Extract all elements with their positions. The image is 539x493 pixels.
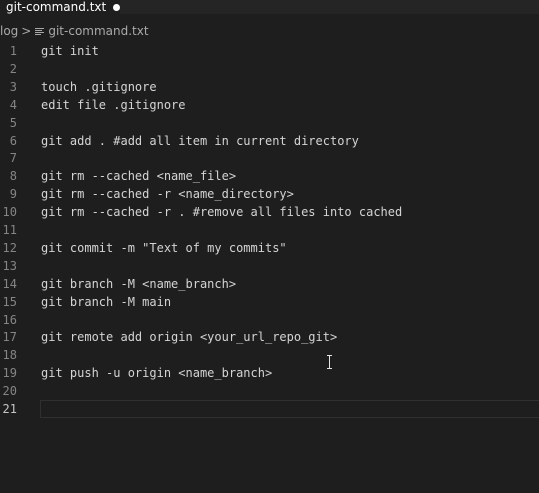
code-line[interactable]: 11 xyxy=(0,221,539,239)
code-line[interactable]: 6 git add . #add all item in current dire… xyxy=(0,132,539,150)
code-line[interactable]: 3 touch .gitignore xyxy=(0,78,539,96)
line-number: 21 xyxy=(2,402,17,416)
line-number: 20 xyxy=(2,384,17,399)
code-editor[interactable]: 1 git init 2 3 touch .gitignore 4 edit file .g… xyxy=(0,42,539,493)
code-line[interactable]: 10 git rm --cached -r . #remove all files… xyxy=(0,203,539,221)
code-line[interactable]: 19 git push -u origin <name_branch> xyxy=(0,364,539,382)
breadcrumb-file[interactable]: git-command.txt xyxy=(48,24,148,38)
text-file-icon xyxy=(35,27,45,36)
line-text[interactable]: git add . #add all item in current direc… xyxy=(41,132,359,150)
unsaved-dot-icon[interactable] xyxy=(113,3,120,11)
line-number: 4 xyxy=(9,97,17,112)
line-number: 17 xyxy=(2,330,17,345)
code-line[interactable]: 13 xyxy=(0,257,539,275)
line-number: 13 xyxy=(2,258,17,273)
breadcrumb-folder[interactable]: log xyxy=(0,24,18,38)
line-text[interactable]: git push -u origin <name_branch> xyxy=(41,364,272,382)
tab-git-command[interactable]: git-command.txt xyxy=(0,0,120,14)
code-line[interactable]: 9 git rm --cached -r <name_directory> xyxy=(0,185,539,203)
line-text[interactable]: git rm --cached -r <name_directory> xyxy=(41,185,294,203)
line-text[interactable]: git rm --cached -r . #remove all files i… xyxy=(41,203,402,221)
line-text[interactable]: edit file .gitignore xyxy=(41,96,186,114)
code-line[interactable]: 21 xyxy=(0,400,539,418)
line-number: 15 xyxy=(2,294,17,309)
line-number: 12 xyxy=(2,240,17,255)
line-number: 10 xyxy=(2,205,17,220)
code-line[interactable]: 12 git commit -m "Text of my commits" xyxy=(0,239,539,257)
line-number: 6 xyxy=(9,133,17,148)
code-line[interactable]: 17 git remote add origin <your_url_repo_g… xyxy=(0,328,539,346)
line-number: 9 xyxy=(9,187,17,202)
code-line[interactable]: 15 git branch -M main xyxy=(0,293,539,311)
code-line[interactable]: 1 git init xyxy=(0,42,539,60)
line-text[interactable]: git commit -m "Text of my commits" xyxy=(41,239,287,257)
code-line[interactable]: 8 git rm --cached <name_file> xyxy=(0,167,539,185)
current-line-highlight xyxy=(40,400,539,418)
editor-window: git-command.txt log > git-command.txt 1 g… xyxy=(0,0,539,493)
code-line[interactable]: 7 xyxy=(0,149,539,167)
line-number: 14 xyxy=(2,276,17,291)
tab-title: git-command.txt xyxy=(6,0,107,14)
line-number: 3 xyxy=(9,79,17,94)
code-line[interactable]: 5 xyxy=(0,114,539,132)
line-text[interactable]: git branch -M <name_branch> xyxy=(41,275,236,293)
line-number: 1 xyxy=(9,44,17,58)
code-line[interactable]: 20 xyxy=(0,382,539,400)
line-number: 18 xyxy=(2,348,17,363)
line-text[interactable]: git init xyxy=(41,42,99,60)
line-text[interactable]: git branch -M main xyxy=(41,293,171,311)
code-line[interactable]: 14 git branch -M <name_branch> xyxy=(0,275,539,293)
line-number: 16 xyxy=(2,312,17,327)
code-line[interactable]: 2 xyxy=(0,60,539,78)
breadcrumb: log > git-command.txt xyxy=(0,23,149,39)
code-line[interactable]: 4 edit file .gitignore xyxy=(0,96,539,114)
code-line[interactable]: 18 xyxy=(0,346,539,364)
line-text[interactable]: git remote add origin <your_url_repo_git… xyxy=(41,328,337,346)
line-text[interactable]: touch .gitignore xyxy=(41,78,157,96)
line-number: 5 xyxy=(9,115,17,130)
line-number: 2 xyxy=(9,61,17,76)
code-line[interactable]: 16 xyxy=(0,311,539,329)
tab-bar: git-command.txt xyxy=(0,0,539,14)
line-number: 7 xyxy=(9,151,17,166)
line-text[interactable]: git rm --cached <name_file> xyxy=(41,167,236,185)
line-number: 19 xyxy=(2,366,17,381)
breadcrumb-separator: > xyxy=(21,24,32,38)
line-number: 8 xyxy=(9,169,17,184)
text-cursor-icon xyxy=(325,354,335,370)
line-number: 11 xyxy=(2,223,17,237)
